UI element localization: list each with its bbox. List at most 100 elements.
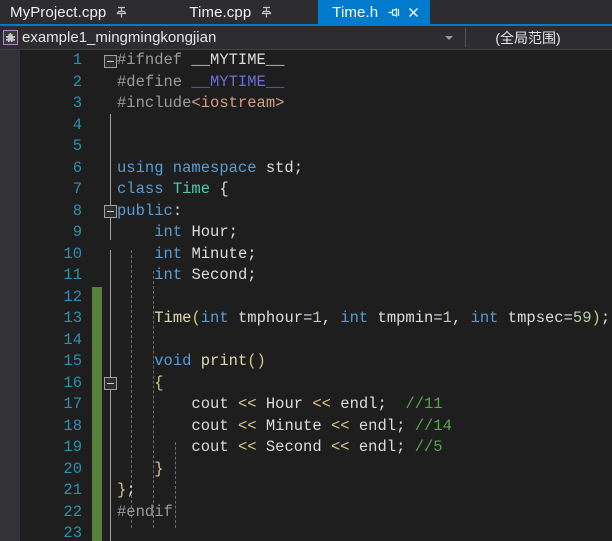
- code-line-list[interactable]: 1 #ifndef __MYTIME__ 2 #define __MYTIME__ 3 #…: [20, 50, 612, 541]
- line-number: 17: [63, 395, 82, 413]
- code-line[interactable]: 1 #ifndef __MYTIME__: [20, 50, 612, 72]
- line-number: 18: [63, 416, 82, 435]
- line-number: 9: [72, 223, 82, 241]
- change-indicator: [92, 394, 102, 416]
- code-line[interactable]: 5: [20, 136, 612, 158]
- code-line[interactable]: 8 public:: [20, 201, 612, 223]
- change-indicator: [92, 458, 102, 480]
- code-line[interactable]: 17 cout << Hour << endl; //11: [20, 394, 612, 416]
- code-text: #ifndef __MYTIME__: [117, 51, 285, 69]
- code-text: Time(int tmphour=1, int tmpmin=1, int tm…: [154, 309, 611, 327]
- line-number: 23: [63, 524, 82, 541]
- change-indicator: [92, 265, 102, 287]
- line-number: 1: [72, 51, 82, 69]
- code-editor[interactable]: 1 #ifndef __MYTIME__ 2 #define __MYTIME__ 3 #…: [0, 50, 612, 541]
- change-indicator: [92, 244, 102, 266]
- change-indicator: [92, 115, 102, 137]
- code-text: int Hour;: [154, 223, 238, 241]
- code-line[interactable]: 13 Time(int tmphour=1, int tmpmin=1, int…: [20, 308, 612, 330]
- change-indicator: [92, 50, 102, 72]
- line-number: 2: [72, 72, 82, 91]
- code-line[interactable]: 6 using namespace std;: [20, 158, 612, 180]
- change-indicator: [92, 372, 102, 394]
- namespace-icon: [3, 30, 18, 45]
- tab-time-h[interactable]: Time.h: [318, 0, 431, 24]
- code-text: {: [117, 373, 164, 392]
- change-indicator: [92, 222, 102, 244]
- scope-label: (全局范围): [495, 29, 561, 46]
- line-number: 11: [63, 266, 82, 284]
- change-indicator: [92, 93, 102, 115]
- change-indicator: [92, 158, 102, 180]
- code-text: #include<iostream>: [117, 94, 285, 112]
- code-line[interactable]: 2 #define __MYTIME__: [20, 72, 612, 94]
- line-number: 20: [63, 459, 82, 478]
- code-line[interactable]: 16 {: [20, 372, 612, 394]
- code-text: #define __MYTIME__: [117, 72, 285, 91]
- code-text: class Time {: [117, 180, 229, 198]
- code-line[interactable]: 23: [20, 523, 612, 541]
- code-text: using namespace std;: [117, 158, 304, 177]
- change-indicator: [92, 201, 102, 223]
- code-line[interactable]: 7 class Time {: [20, 179, 612, 201]
- change-indicator: [92, 286, 102, 308]
- pin-icon[interactable]: [260, 6, 273, 19]
- change-indicator: [92, 72, 102, 94]
- code-text: cout << Hour << endl; //11: [191, 395, 443, 413]
- code-text: cout << Minute << endl; //14: [191, 416, 452, 435]
- line-number: 4: [72, 115, 82, 134]
- editor-tab-bar: MyProject.cpp Time.cpp Time.h: [0, 0, 612, 26]
- change-indicator: [92, 179, 102, 201]
- code-line[interactable]: 9 int Hour;: [20, 222, 612, 244]
- code-surface[interactable]: 1 #ifndef __MYTIME__ 2 #define __MYTIME__ 3 #…: [20, 50, 612, 541]
- navigation-bar: example1_mingmingkongjian (全局范围): [0, 26, 612, 50]
- code-text: cout << Second << endl; //5: [191, 438, 443, 456]
- code-line[interactable]: 10 int Minute;: [20, 244, 612, 266]
- line-number: 5: [72, 137, 82, 155]
- close-icon[interactable]: [407, 6, 420, 19]
- code-text: };: [117, 481, 136, 499]
- code-line[interactable]: 22 #endif: [20, 501, 612, 523]
- tab-time-cpp[interactable]: Time.cpp: [137, 0, 283, 24]
- tab-label: Time.cpp: [189, 3, 252, 21]
- tab-label: Time.h: [332, 3, 379, 21]
- line-number: 14: [63, 330, 82, 349]
- code-line[interactable]: 19 cout << Second << endl; //5: [20, 437, 612, 459]
- change-indicator: [92, 523, 102, 541]
- line-number: 22: [63, 502, 82, 521]
- code-text: int Minute;: [154, 244, 257, 263]
- pin-icon[interactable]: [115, 6, 128, 19]
- line-number: 7: [72, 180, 82, 198]
- namespace-label: example1_mingmingkongjian: [22, 29, 217, 46]
- tab-label: MyProject.cpp: [10, 3, 107, 21]
- code-line[interactable]: 12: [20, 286, 612, 308]
- line-number: 16: [63, 373, 82, 392]
- change-indicator: [92, 437, 102, 459]
- code-line[interactable]: 15 void print(): [20, 351, 612, 373]
- line-number: 12: [63, 287, 82, 306]
- code-text: int Second;: [154, 266, 257, 284]
- change-indicator: [92, 351, 102, 373]
- line-number: 6: [72, 158, 82, 177]
- code-text: public:: [117, 201, 183, 220]
- scope-dropdown[interactable]: (全局范围): [466, 26, 612, 49]
- code-line[interactable]: 4: [20, 115, 612, 137]
- change-indicator: [92, 501, 102, 523]
- code-text: }: [117, 459, 164, 478]
- chevron-down-icon[interactable]: [445, 35, 453, 40]
- change-indicator: [92, 308, 102, 330]
- code-line[interactable]: 20 }: [20, 458, 612, 480]
- code-line[interactable]: 14: [20, 329, 612, 351]
- code-text: void print(): [154, 352, 266, 370]
- code-line[interactable]: 3 #include<iostream>: [20, 93, 612, 115]
- code-line[interactable]: 21};: [20, 480, 612, 502]
- change-indicator: [92, 136, 102, 158]
- line-number: 13: [63, 309, 82, 327]
- code-line[interactable]: 11 int Second;: [20, 265, 612, 287]
- namespace-dropdown[interactable]: example1_mingmingkongjian: [0, 26, 465, 49]
- unpin-icon[interactable]: [387, 6, 400, 19]
- line-number: 19: [63, 438, 82, 456]
- tab-myproject-cpp[interactable]: MyProject.cpp: [0, 0, 138, 24]
- line-number: 15: [63, 352, 82, 370]
- code-line[interactable]: 18 cout << Minute << endl; //14: [20, 415, 612, 437]
